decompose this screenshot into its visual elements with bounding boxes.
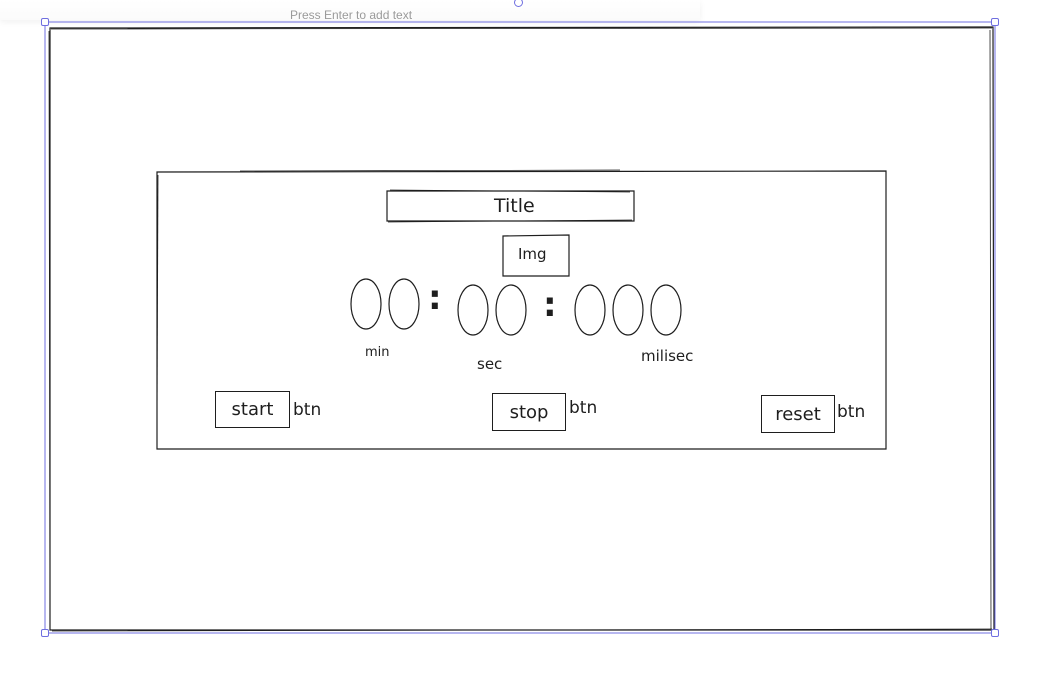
min-digit-2 <box>388 278 420 330</box>
start-button-label: start <box>231 399 274 420</box>
sketch-drawing <box>44 21 996 634</box>
ms-digit-3 <box>650 284 682 336</box>
title-label: Title <box>494 195 535 217</box>
canvas[interactable]: Press Enter to add text Title Img:: mi… <box>0 0 1045 691</box>
stop-button-label: stop <box>509 401 549 423</box>
selection-box <box>44 21 996 634</box>
resize-handle-top-left[interactable] <box>41 18 49 26</box>
timer-colon-2: : <box>543 285 557 325</box>
reset-button-suffix: btn <box>837 402 866 422</box>
start-button-suffix: btn <box>293 400 322 420</box>
milisec-label: milisec <box>641 347 694 365</box>
outer-frame[interactable] <box>48 26 995 632</box>
min-label: min <box>365 345 390 360</box>
sec-label: sec <box>477 355 503 373</box>
start-button[interactable]: start <box>215 391 290 428</box>
resize-handle-bottom-left[interactable] <box>41 629 49 637</box>
resize-handle-top-right[interactable] <box>991 18 999 26</box>
stop-button[interactable]: stop <box>492 393 566 431</box>
ms-digit-1 <box>574 284 606 336</box>
resize-handle-bottom-right[interactable] <box>991 629 999 637</box>
digit-ovals <box>350 278 682 336</box>
reset-button[interactable]: reset <box>761 395 835 433</box>
reset-button-label: reset <box>775 403 821 425</box>
sec-digit-2 <box>495 284 527 336</box>
image-label: Img <box>518 245 547 263</box>
timer-colon-1: : <box>428 278 442 318</box>
min-digit-1 <box>350 278 382 330</box>
ms-digit-2 <box>612 284 644 336</box>
stop-button-suffix: btn <box>569 398 598 418</box>
sec-digit-1 <box>457 284 489 336</box>
